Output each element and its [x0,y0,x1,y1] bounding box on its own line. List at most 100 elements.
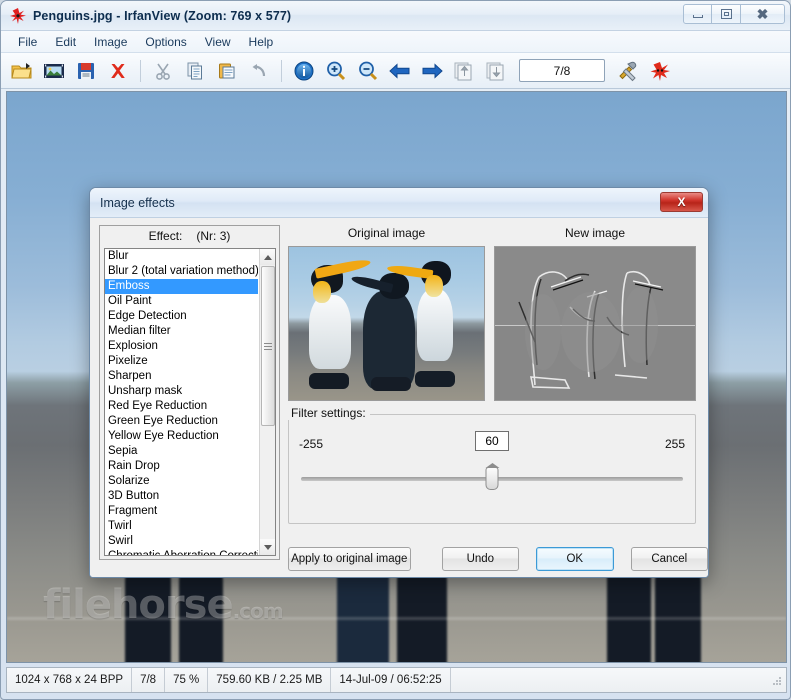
toolbar-divider [281,59,282,82]
effect-list-item[interactable]: Median filter [105,324,258,339]
menubar: File Edit Image Options View Help [1,31,790,53]
new-image-preview [494,246,696,401]
effect-label: Effect: [148,229,183,243]
dialog-title: Image effects [100,195,175,210]
thumbnails-icon[interactable] [39,57,69,85]
effect-list-item[interactable]: Unsharp mask [105,384,258,399]
open-folder-icon[interactable] [7,57,37,85]
slider-max-label: 255 [664,437,685,451]
minimize-icon [692,14,703,18]
irfanview-logo-icon [9,7,27,25]
delete-icon[interactable] [103,57,133,85]
filter-value-input[interactable]: 60 [475,431,509,451]
apply-to-original-image-button[interactable]: Apply to original image [288,547,411,571]
new-image-label: New image [564,226,626,240]
effect-list-item[interactable]: Blur 2 (total variation method) [105,264,258,279]
copy-icon[interactable] [180,57,210,85]
watermark-text: filehorse [43,582,234,628]
effect-list-item[interactable]: Emboss [105,279,258,294]
maximize-button[interactable] [712,4,741,24]
image-effects-dialog: Image effects X Effect: (Nr: 3) Blur Blur… [89,187,709,578]
close-button[interactable]: ✖ [741,4,785,24]
toolbar: 7/8 [1,53,790,89]
filter-slider-thumb[interactable] [485,463,500,490]
menu-image[interactable]: Image [85,33,136,51]
settings-tools-icon[interactable] [613,57,643,85]
effects-list-scrollbar[interactable] [259,249,275,555]
original-image-label: Original image [347,226,426,240]
effect-label-row: Effect: (Nr: 3) [100,226,279,246]
save-icon[interactable] [71,57,101,85]
dialog-titlebar: Image effects X [90,188,708,218]
effect-list-item[interactable]: Edge Detection [105,309,258,324]
scrollbar-thumb[interactable] [261,266,275,426]
watermark-suffix: .com [232,599,284,623]
effect-list-item[interactable]: Yellow Eye Reduction [105,429,258,444]
filter-settings-group: Filter settings: -255 255 60 [287,406,696,524]
previous-arrow-icon[interactable] [385,57,415,85]
effect-list-item[interactable]: Oil Paint [105,294,258,309]
page-indicator[interactable]: 7/8 [519,59,605,82]
effect-list-item[interactable]: Red Eye Reduction [105,399,258,414]
effect-list-item[interactable]: Sharpen [105,369,258,384]
last-image-icon[interactable] [481,57,511,85]
original-image-preview [288,246,485,401]
status-filesize: 759.60 KB / 2.25 MB [216,674,323,686]
first-image-icon[interactable] [449,57,479,85]
dialog-close-button[interactable]: X [660,192,703,212]
menu-view[interactable]: View [196,33,240,51]
undo-button[interactable]: Undo [441,547,520,571]
menu-file[interactable]: File [9,33,46,51]
effect-list-item[interactable]: Twirl [105,519,258,534]
paste-icon[interactable] [212,57,242,85]
info-icon[interactable] [289,57,319,85]
effect-list-item[interactable]: Blur [105,249,258,264]
cancel-button[interactable]: Cancel [630,547,708,571]
filter-settings-legend: Filter settings: [287,406,370,420]
irfanview-icon[interactable] [645,57,675,85]
scroll-up-button[interactable] [260,249,275,265]
filehorse-watermark: filehorse.com [43,582,284,628]
undo-icon[interactable] [244,57,274,85]
status-index: 7/8 [140,674,157,686]
menu-help[interactable]: Help [240,33,283,51]
menu-options[interactable]: Options [136,33,195,51]
effect-list-item[interactable]: Green Eye Reduction [105,414,258,429]
effect-list-item[interactable]: Pixelize [105,354,258,369]
close-icon: X [677,195,686,209]
effect-number: (Nr: 3) [196,229,231,243]
chevron-up-icon [264,254,272,260]
zoom-out-icon[interactable] [353,57,383,85]
effect-list-item[interactable]: Sepia [105,444,258,459]
statusbar: 1024 x 768 x 24 BPP 7/8 75 % 759.60 KB /… [6,667,787,693]
window-controls: ✖ [683,4,785,24]
window-title: Penguins.jpg - IrfanView (Zoom: 769 x 57… [33,8,292,23]
next-arrow-icon[interactable] [417,57,447,85]
effects-listbox[interactable]: Blur Blur 2 (total variation method) Embos… [104,248,276,556]
zoom-in-icon[interactable] [321,57,351,85]
menu-edit[interactable]: Edit [46,33,85,51]
effects-list-items: Blur Blur 2 (total variation method) Embos… [105,249,258,555]
window-titlebar: Penguins.jpg - IrfanView (Zoom: 769 x 57… [1,1,790,31]
status-zoom: 75 % [173,674,200,686]
close-icon: ✖ [756,6,769,22]
effect-list-item[interactable]: Explosion [105,339,258,354]
cut-icon[interactable] [148,57,178,85]
original-thumbnail [289,247,484,400]
effect-list-item[interactable]: Solarize [105,474,258,489]
slider-min-label: -255 [299,437,324,451]
effect-list-item[interactable]: 3D Button [105,489,258,504]
resize-grip-icon[interactable] [768,672,784,688]
maximize-icon [720,9,732,19]
dialog-button-row: Apply to original image Undo OK Cancel [90,547,708,571]
effects-list-panel: Effect: (Nr: 3) Blur Blur 2 (total variat… [99,225,280,560]
effect-list-item[interactable]: Rain Drop [105,459,258,474]
dialog-body: Effect: (Nr: 3) Blur Blur 2 (total variat… [90,218,708,577]
irfanview-main-window: Penguins.jpg - IrfanView (Zoom: 769 x 57… [0,0,791,700]
ok-button[interactable]: OK [536,547,614,571]
status-dimensions: 1024 x 768 x 24 BPP [15,674,124,686]
status-divider [449,668,451,692]
minimize-button[interactable] [683,4,712,24]
status-date: 14-Jul-09 / 06:52:25 [339,674,442,686]
effect-list-item[interactable]: Fragment [105,504,258,519]
